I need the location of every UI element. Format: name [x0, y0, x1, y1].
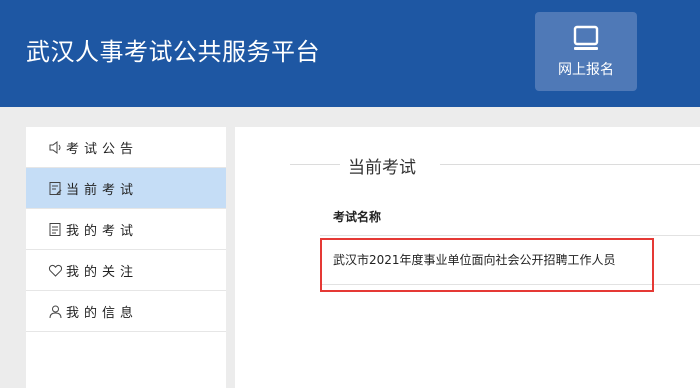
online-register-button[interactable]: 网上报名 — [535, 12, 637, 91]
sidebar-item-my-exams[interactable]: 我的考试 — [26, 209, 226, 250]
sidebar-item-exam-notices[interactable]: 考试公告 — [26, 127, 226, 168]
table-row[interactable]: 武汉市2021年度事业单位面向社会公开招聘工作人员 — [320, 236, 700, 285]
document-edit-icon — [49, 182, 62, 195]
sidebar-item-label: 我的信息 — [66, 306, 139, 321]
user-icon — [49, 305, 62, 319]
online-register-label: 网上报名 — [558, 62, 614, 78]
monitor-icon — [573, 25, 599, 50]
sidebar-item-label: 我的考试 — [66, 224, 139, 239]
section-divider — [290, 164, 340, 165]
column-header-exam-name: 考试名称 — [333, 210, 382, 224]
sidebar-item-label: 我的关注 — [66, 265, 139, 280]
section-divider — [440, 164, 700, 165]
sidebar-item-my-info[interactable]: 我的信息 — [26, 291, 226, 332]
sidebar-item-label: 考试公告 — [66, 142, 139, 157]
main-content: 当前考试 考试名称 武汉市2021年度事业单位面向社会公开招聘工作人员 — [235, 127, 700, 388]
speaker-icon — [49, 141, 61, 154]
sidebar-item-my-follows[interactable]: 我的关注 — [26, 250, 226, 291]
heart-icon — [48, 264, 63, 277]
table-header: 考试名称 — [320, 199, 700, 236]
sidebar: 考试公告 当前考试 我的考试 我的关注 我的信息 — [26, 127, 226, 388]
section-title: 当前考试 — [348, 158, 416, 178]
sidebar-item-label: 当前考试 — [66, 183, 139, 198]
site-title: 武汉人事考试公共服务平台 — [26, 38, 320, 66]
exam-name-cell[interactable]: 武汉市2021年度事业单位面向社会公开招聘工作人员 — [333, 251, 616, 268]
sidebar-item-current-exams[interactable]: 当前考试 — [26, 168, 226, 209]
document-list-icon — [49, 223, 61, 236]
top-header: 武汉人事考试公共服务平台 网上报名 — [0, 0, 700, 107]
